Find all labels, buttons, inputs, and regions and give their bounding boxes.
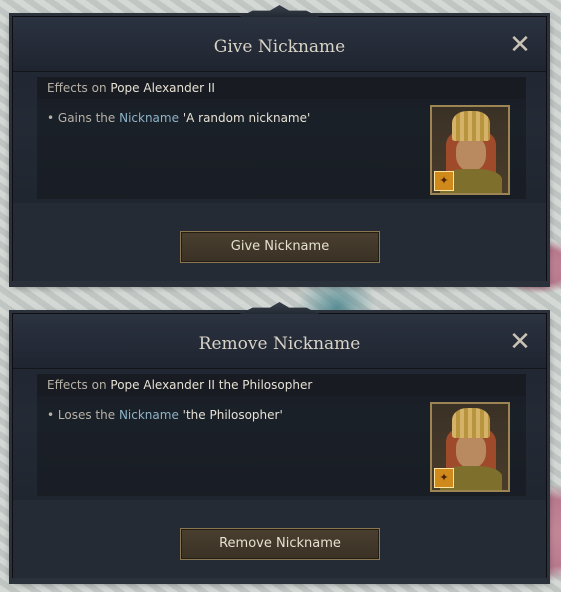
papal-tiara <box>452 408 490 438</box>
papal-tiara <box>452 111 490 141</box>
trait-badge-icon: ✦ <box>434 171 454 191</box>
effect-verb: Gains the <box>57 111 116 125</box>
nickname-link[interactable]: Nickname <box>119 408 179 422</box>
title-bar: Give Nickname ✕ <box>13 17 546 72</box>
bullet: • <box>47 111 55 125</box>
effect-line: • Gains the Nickname 'A random nickname' <box>47 111 310 125</box>
effect-value: 'the Philosopher' <box>182 408 283 422</box>
effect-value: 'A random nickname' <box>182 111 311 125</box>
close-icon[interactable]: ✕ <box>508 32 532 58</box>
effects-header: Effects on Pope Alexander II the Philoso… <box>37 374 526 396</box>
dialog-title: Give Nickname <box>213 37 346 57</box>
effect-line: • Loses the Nickname 'the Philosopher' <box>47 408 283 422</box>
effects-header: Effects on Pope Alexander II <box>37 77 526 99</box>
effects-target[interactable]: Pope Alexander II the Philosopher <box>110 378 312 392</box>
remove-nickname-button[interactable]: Remove Nickname <box>180 528 380 560</box>
character-portrait[interactable]: ✦ <box>430 105 510 195</box>
close-icon[interactable]: ✕ <box>508 329 532 355</box>
effect-verb: Loses the <box>57 408 116 422</box>
give-nickname-dialog: Give Nickname ✕ Effects on Pope Alexande… <box>9 5 550 287</box>
effects-prefix: Effects on <box>47 81 107 95</box>
give-nickname-button[interactable]: Give Nickname <box>180 231 380 263</box>
nickname-link[interactable]: Nickname <box>119 111 179 125</box>
effects-target[interactable]: Pope Alexander II <box>110 81 215 95</box>
character-portrait[interactable]: ✦ <box>430 402 510 492</box>
effects-prefix: Effects on <box>47 378 107 392</box>
title-bar: Remove Nickname ✕ <box>13 314 546 369</box>
trait-badge-icon: ✦ <box>434 468 454 488</box>
remove-nickname-dialog: Remove Nickname ✕ Effects on Pope Alexan… <box>9 302 550 584</box>
dialog-title: Remove Nickname <box>198 334 361 354</box>
bullet: • <box>47 408 55 422</box>
